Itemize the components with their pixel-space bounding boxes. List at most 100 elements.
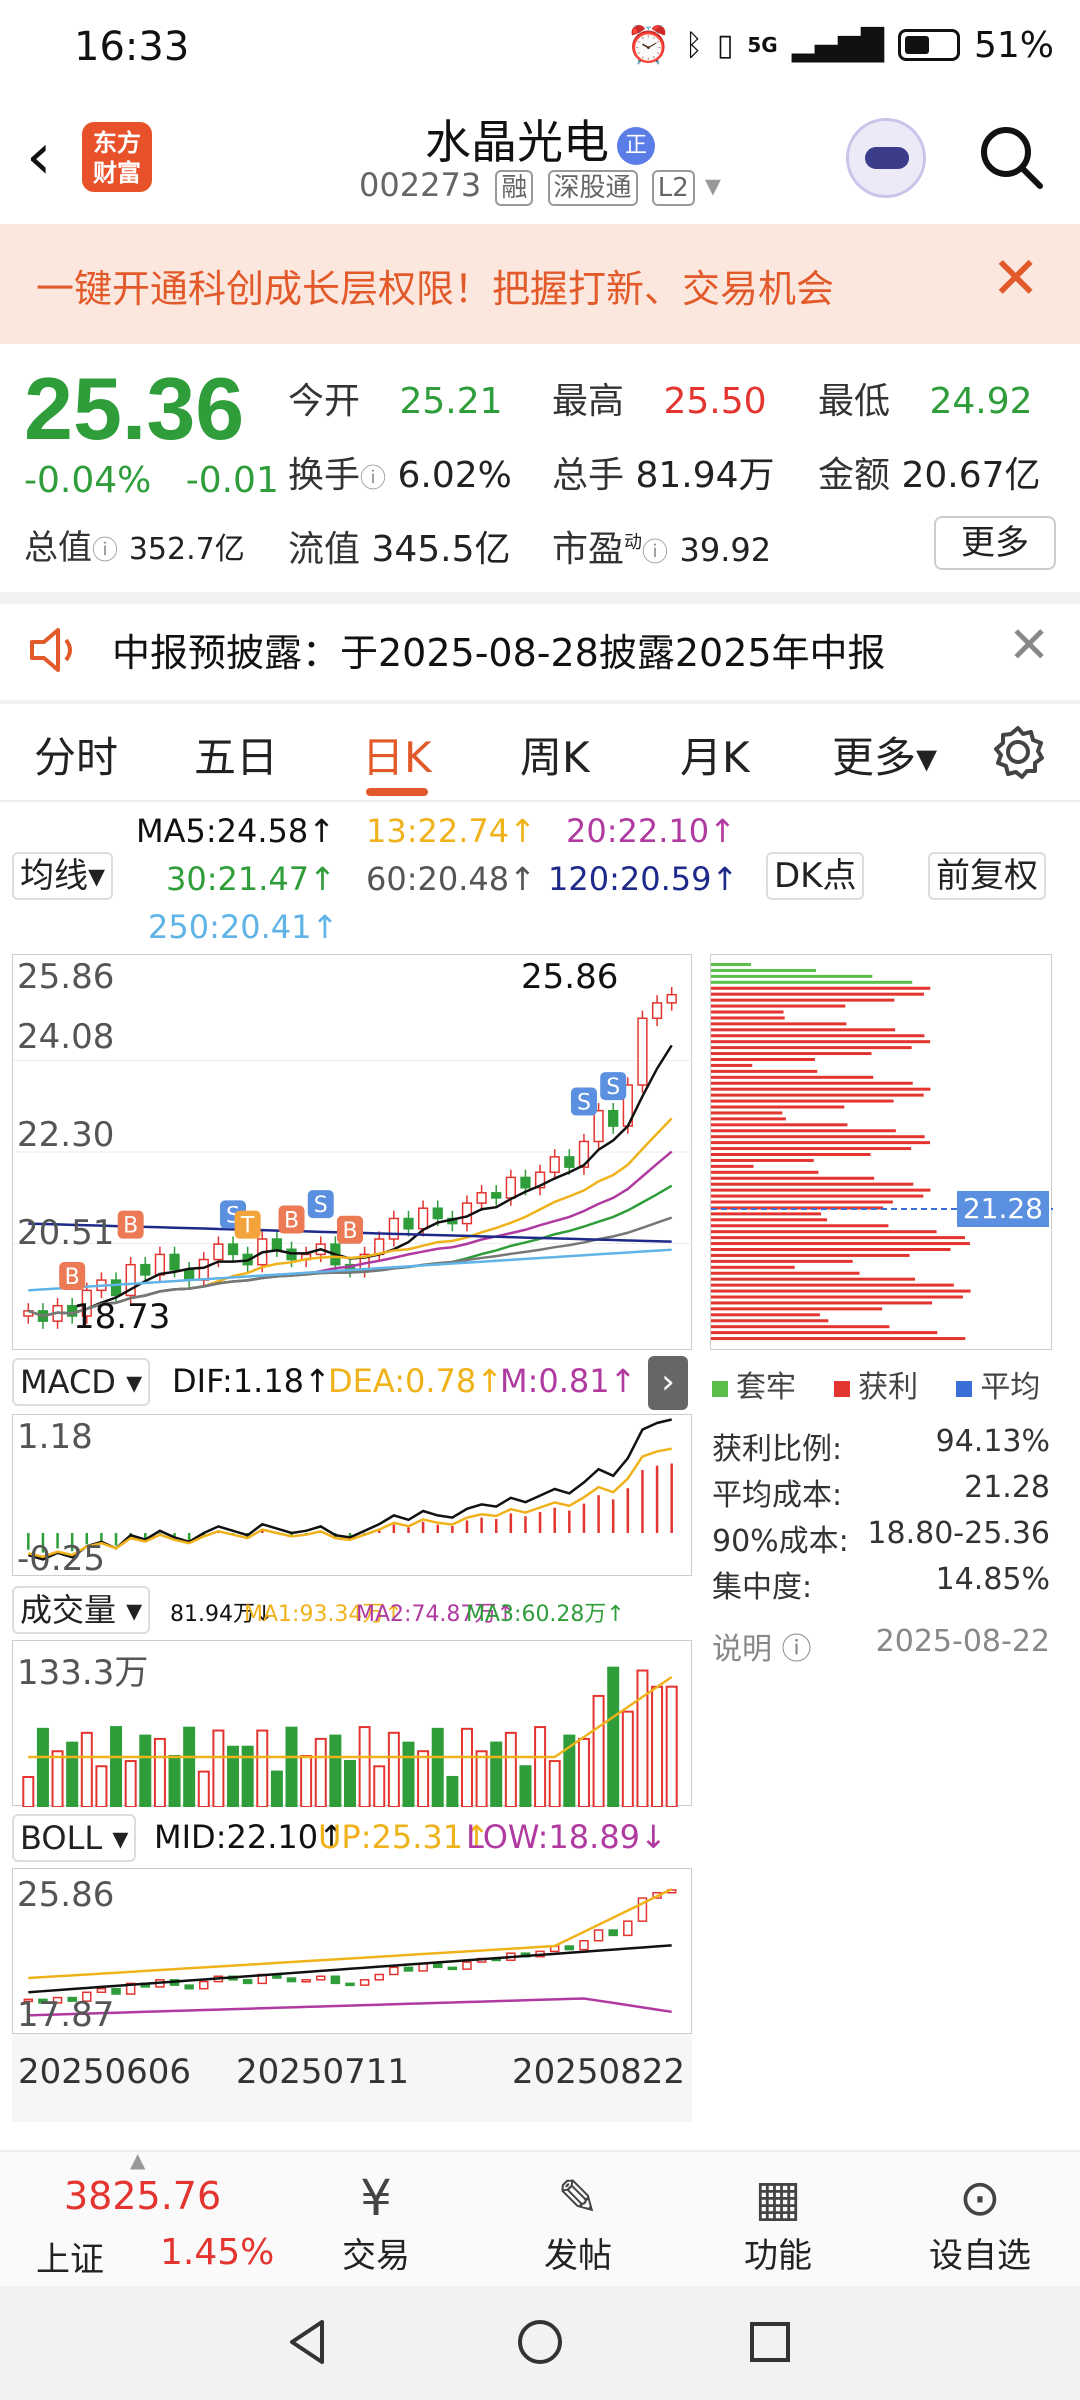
volume-ymax: 133.3万: [17, 1653, 149, 1693]
quote-panel: 25.36 -0.04% -0.01 今开 25.21 最高 25.50 最低 …: [0, 344, 1080, 592]
boll-up: UP:25.31↑: [318, 1818, 490, 1856]
macd-dropdown[interactable]: MACD ▾: [12, 1358, 151, 1406]
tab-monthly-k[interactable]: 月K: [680, 724, 750, 785]
ma-dropdown[interactable]: 均线▾: [12, 852, 114, 900]
candle: [388, 1217, 400, 1240]
trade-marker-label: B: [123, 1214, 138, 1239]
chip-bar: [711, 1265, 795, 1269]
assistant-robot-icon[interactable]: [846, 118, 926, 198]
chip-bar: [711, 1040, 931, 1044]
chip-bar: [711, 1034, 925, 1038]
tab-intraday[interactable]: 分时: [34, 724, 118, 785]
tab-five-day[interactable]: 五日: [194, 724, 278, 785]
info-icon[interactable]: ⓘ: [360, 464, 386, 494]
turnover-value: 6.02%: [397, 455, 512, 496]
kline-y4: 20.51: [17, 1213, 115, 1253]
volume-bar: [373, 1765, 386, 1807]
mcap-value: 352.7亿: [128, 532, 245, 567]
macd-chart[interactable]: 1.18 -0.25: [12, 1414, 692, 1579]
chip-bar: [711, 1028, 896, 1032]
volume-bar: [519, 1765, 532, 1807]
chip-note[interactable]: 说明 ⓘ: [712, 1624, 812, 1668]
volume-bar: [270, 1770, 283, 1807]
volume-bar: [417, 1750, 430, 1807]
nav-home-icon[interactable]: [514, 2316, 566, 2368]
grid-icon: ▦: [754, 2169, 802, 2227]
candle: [637, 1017, 648, 1086]
volume-bar: [592, 1694, 605, 1807]
legend-profit: 获利: [858, 1370, 919, 1405]
boll-candle: [286, 1977, 297, 1983]
boll-candle: [301, 1979, 311, 1983]
volume-bar: [534, 1726, 547, 1807]
boll-chart[interactable]: 25.86 17.87: [12, 1868, 692, 2035]
chevron-up-icon[interactable]: ▲: [130, 2148, 145, 2172]
macd-dif: DIF:1.18↑: [172, 1362, 331, 1400]
chip-legend: 套牢 获利 平均: [712, 1362, 1040, 1406]
avg-cost-tag: 21.28: [956, 1191, 1049, 1227]
status-icons: ⏰ ᛒ ▯ 5G ▂▄▆█ 51%: [626, 24, 1054, 67]
chevron-right-icon[interactable]: ›: [648, 1356, 688, 1410]
more-quote-button[interactable]: 更多: [934, 516, 1056, 570]
volume-bar: [36, 1727, 49, 1807]
status-bar: 16:33 ⏰ ᛒ ▯ 5G ▂▄▆█ 51%: [0, 0, 1080, 100]
candle: [461, 1202, 473, 1225]
chip-distribution-chart[interactable]: 21.28: [710, 954, 1053, 1350]
boll-up-line: [28, 1888, 673, 1980]
nav-back-icon[interactable]: [282, 2316, 334, 2368]
chip-bar: [711, 1069, 818, 1073]
tab-more[interactable]: 更多▾: [832, 724, 937, 785]
gear-icon[interactable]: [990, 724, 1046, 780]
chip-bar: [711, 1164, 754, 1168]
stock-header: ‹ 东方财富 水晶光电正 002273 融 深股通 L2 ▾: [0, 100, 1080, 224]
boll-dropdown[interactable]: BOLL ▾: [12, 1814, 137, 1862]
boll-candle: [359, 1979, 370, 1986]
boll-candle: [579, 1939, 589, 1951]
info-icon[interactable]: ⓘ: [92, 536, 118, 566]
volume-chart[interactable]: 133.3万: [12, 1640, 692, 1807]
volume-bar: [475, 1750, 488, 1807]
chip-bar: [711, 1242, 970, 1246]
chevron-down-icon[interactable]: ▾: [705, 166, 721, 204]
tab-daily-k[interactable]: 日K: [362, 724, 432, 785]
candle: [491, 1192, 502, 1199]
volume-bar: [314, 1737, 327, 1807]
tab-weekly-k[interactable]: 周K: [520, 724, 590, 785]
boll-candle: [608, 1929, 618, 1937]
candle: [110, 1279, 122, 1297]
index-value[interactable]: 3825.76: [64, 2174, 221, 2218]
pe-row: 市盈动ⓘ 39.92: [552, 520, 771, 572]
boll-candle: [111, 1987, 121, 1995]
open-row: 今开 25.21: [288, 372, 503, 424]
volume-bar: [651, 1685, 664, 1807]
notice-bar[interactable]: 中报预披露：于2025-08-28披露2025年中报 ✕: [0, 600, 1080, 700]
close-icon[interactable]: ✕: [1008, 616, 1050, 674]
volume-dropdown[interactable]: 成交量 ▾: [12, 1586, 151, 1634]
post-button[interactable]: ✎ 发帖: [508, 2168, 648, 2277]
boll-candle: [199, 1980, 209, 1990]
boll-candle: [345, 1982, 355, 1987]
chip-bar: [711, 1325, 890, 1329]
chip-bar: [711, 1248, 951, 1251]
index-name[interactable]: 上证: [36, 2232, 104, 2281]
chip-bar: [711, 1212, 822, 1216]
promo-banner[interactable]: 一键开通科创成长层权限！把握打新、交易机会 ✕: [0, 224, 1080, 344]
kline-svg: BB S T BSBSS: [13, 986, 693, 1329]
chip-bar: [711, 1158, 814, 1162]
kline-chart[interactable]: BBSTBSBSS 25.86 24.08 22.30 20.51 18.73 …: [12, 954, 693, 1350]
add-watchlist-button[interactable]: ⊙ 设自选: [910, 2168, 1050, 2277]
functions-button[interactable]: ▦ 功能: [708, 2168, 848, 2277]
dk-point-button[interactable]: DK点: [766, 852, 865, 900]
adjust-right-button[interactable]: 前复权: [928, 852, 1046, 900]
search-icon[interactable]: [976, 122, 1046, 192]
trade-button[interactable]: ¥ 交易: [306, 2168, 446, 2277]
info-icon[interactable]: ⓘ: [642, 538, 668, 568]
candle: [271, 1238, 283, 1251]
chip-svg: [711, 963, 1053, 1341]
close-icon[interactable]: ✕: [991, 244, 1040, 312]
index-percent[interactable]: 1.45%: [160, 2232, 274, 2273]
boll-candle: [184, 1984, 194, 1990]
nav-recents-icon[interactable]: [744, 2316, 796, 2368]
boll-candle: [403, 1966, 414, 1972]
chip-bar: [711, 992, 925, 996]
